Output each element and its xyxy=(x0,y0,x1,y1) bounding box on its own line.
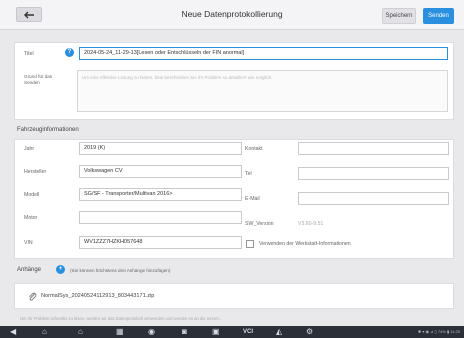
vci-icon[interactable]: VCI xyxy=(243,327,253,337)
engine-field[interactable] xyxy=(79,211,242,224)
attachments-label: Anhänge xyxy=(17,267,42,273)
reason-label: Grund für das Senden xyxy=(24,74,53,85)
phone-label: Tel xyxy=(245,171,252,177)
sw-version-value: V3.60-9.51 xyxy=(298,221,324,227)
reason-placeholder: Um eine effektive Lösung zu bieten, bitt… xyxy=(82,75,273,80)
vin-field[interactable]: WV1ZZZ7HZKH057648 xyxy=(79,236,242,249)
contact-label: Kontakt xyxy=(245,146,263,152)
manufacturer-field[interactable]: Volkswagen CV xyxy=(79,165,242,178)
year-label: Jahr xyxy=(24,146,35,152)
add-attachment-icon[interactable]: + xyxy=(56,265,65,274)
attachments-hint: (Sie können höchstens drei Anhänge hinzu… xyxy=(70,268,171,273)
workshop-checkbox[interactable] xyxy=(246,240,254,248)
phone-field[interactable] xyxy=(298,167,449,180)
attachment-file-name[interactable]: NormalSys_20240524112913_803443171.zip xyxy=(41,293,154,299)
manufacturer-label: Hersteller xyxy=(24,169,47,175)
contact-field[interactable] xyxy=(298,142,449,155)
email-field[interactable] xyxy=(298,192,449,205)
title-panel: Titel ? 2024-05-24_11-29-13[Lesen oder E… xyxy=(14,42,454,120)
email-label: E-Mail xyxy=(245,196,260,202)
paperclip-icon xyxy=(29,292,37,301)
car-icon[interactable]: ◭ xyxy=(276,327,282,337)
title-input[interactable]: 2024-05-24_11-29-13[Lesen oder Entschlüs… xyxy=(79,47,448,60)
engine-label: Motor xyxy=(24,215,38,221)
vin-label: VIN xyxy=(24,240,33,246)
back-nav-icon[interactable]: ◀ xyxy=(10,327,16,337)
status-bar-info: ✱ ▾ ◉ ⊿ ▯ 74% ▮ 11:29 xyxy=(417,329,460,334)
system-navigation-bar: ◀ ⌂ ⌂ ▦ ◉ ◙ ▣ VCI ◭ ⚙ ✱ ▾ ◉ ⊿ ▯ 74% ▮ 11… xyxy=(0,326,464,338)
save-button[interactable]: Speichern xyxy=(382,8,416,24)
browser-icon[interactable]: ◉ xyxy=(148,327,155,337)
workshop-checkbox-label: Verwenden der Werkstatt-Informationen xyxy=(259,241,351,247)
attachment-panel: NormalSys_20240524112913_803443171.zip xyxy=(14,283,454,309)
reason-textarea[interactable]: Um eine effektive Lösung zu bieten, bitt… xyxy=(77,70,448,112)
home-icon[interactable]: ⌂ xyxy=(42,327,47,337)
info-icon[interactable]: ? xyxy=(65,48,74,57)
camera-icon[interactable]: ◙ xyxy=(182,327,187,337)
vehicle-panel: Jahr 2019 (K) Hersteller Volkswagen CV M… xyxy=(14,139,454,259)
title-label: Titel xyxy=(24,51,34,57)
house-icon[interactable]: ⌂ xyxy=(78,327,83,337)
screen-record-icon[interactable]: ▣ xyxy=(212,327,220,337)
model-field[interactable]: SG/SF - Transporter/Multivan 2016> xyxy=(79,188,242,201)
service-icon[interactable]: ⚙ xyxy=(306,327,313,337)
year-field[interactable]: 2019 (K) xyxy=(79,142,242,155)
header-bar: Neue Datenprotokollierung Speichern Send… xyxy=(0,0,464,30)
recent-apps-icon[interactable]: ▦ xyxy=(116,327,124,337)
vehicle-section-title: Fahrzeuginformationen xyxy=(17,127,79,133)
model-label: Modell xyxy=(24,192,40,198)
send-button[interactable]: Senden xyxy=(423,8,454,24)
notice-text: Um Ihr Problem schneller zu lösen, werde… xyxy=(20,316,223,321)
sw-version-label: SW_Version xyxy=(245,221,274,227)
